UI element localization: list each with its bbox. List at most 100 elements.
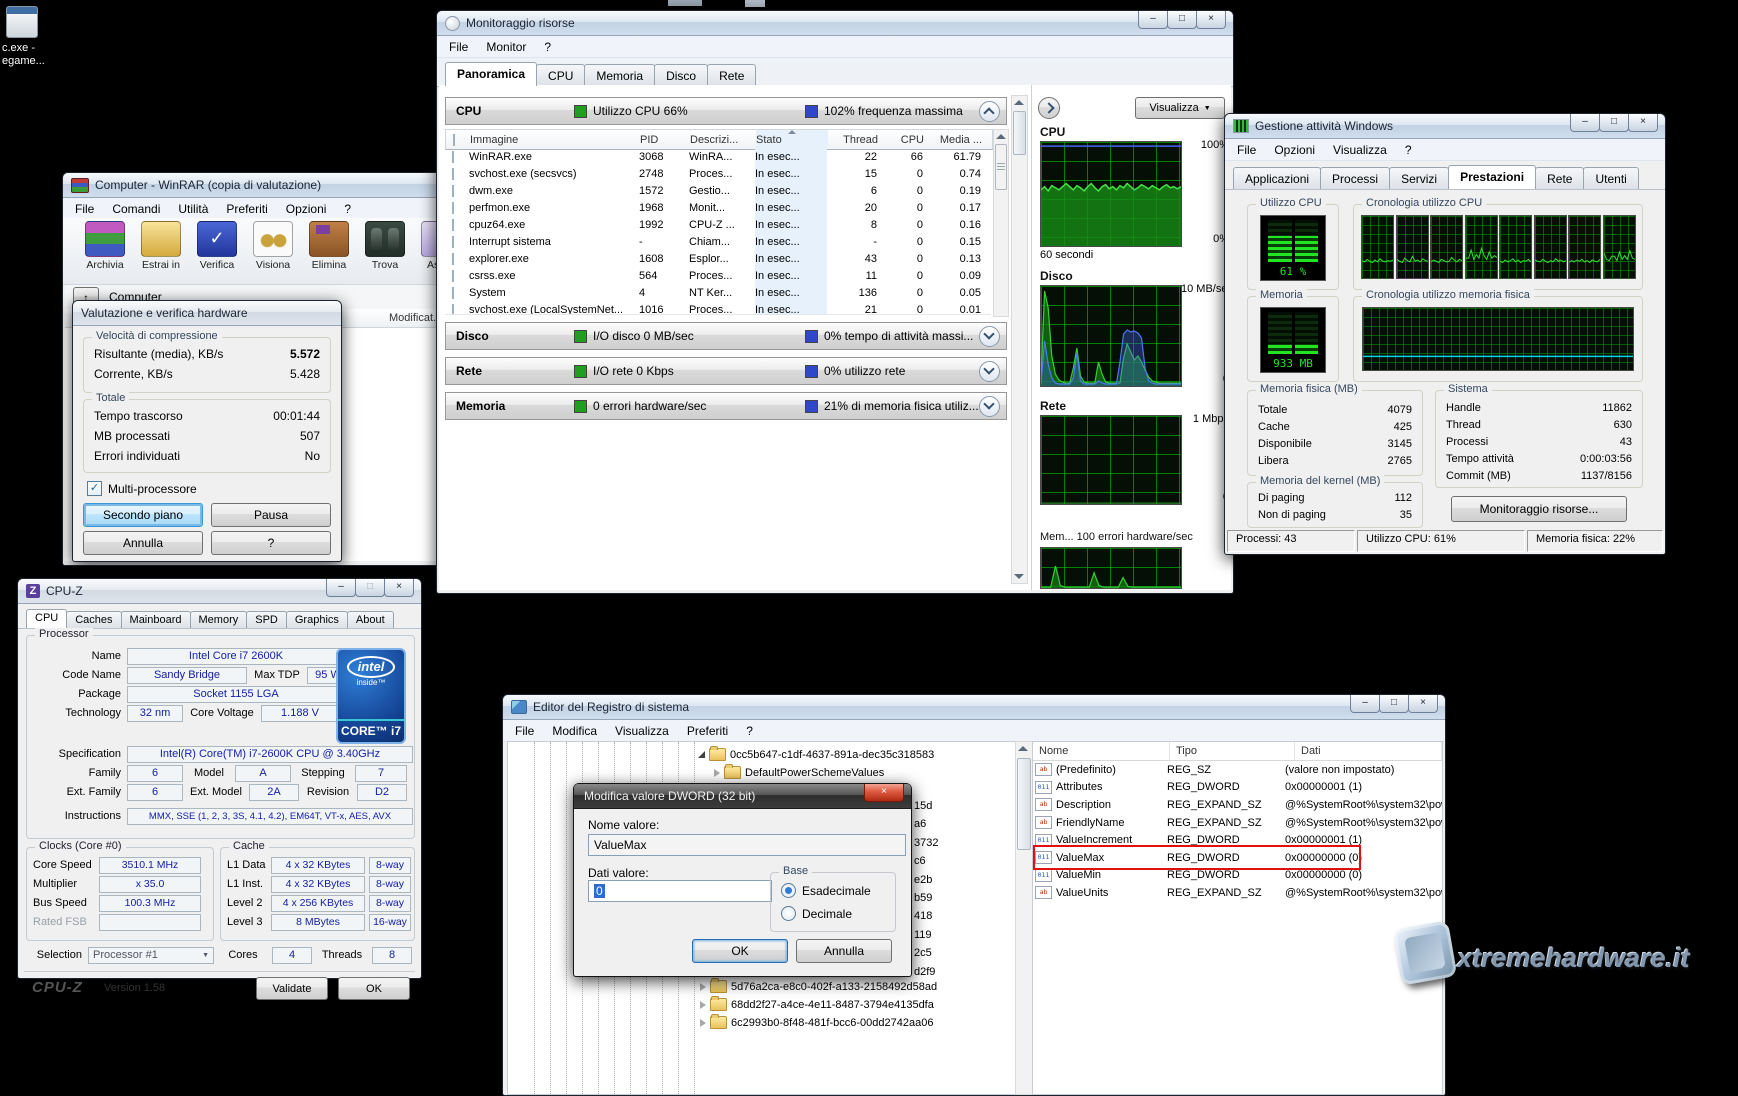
tab-prestazioni[interactable]: Prestazioni bbox=[1448, 165, 1536, 189]
ok-button[interactable]: OK bbox=[338, 977, 410, 1000]
toolbar-elimina-button[interactable]: Elimina bbox=[303, 221, 355, 271]
tree-item[interactable]: 6c2993b0-8f48-481f-bcc6-00dd2742aa06 bbox=[700, 1014, 933, 1031]
tree-item[interactable]: DefaultPowerSchemeValues bbox=[714, 764, 884, 781]
tree-item[interactable]: 5d76a2ca-e8c0-402f-a133-2158492d58ad bbox=[700, 978, 937, 995]
background-button[interactable]: Secondo piano bbox=[83, 503, 203, 527]
process-row[interactable]: cpuz64.exe1992CPU-Z ...In esec...800.16 bbox=[445, 216, 991, 233]
process-row[interactable]: perfmon.exe1968Monit...In esec...2000.17 bbox=[445, 199, 991, 216]
desktop-shortcut-icon[interactable] bbox=[6, 6, 38, 38]
process-row[interactable]: svchost.exe (LocalSystemNet...1016Proces… bbox=[445, 301, 991, 315]
rm-disk-bar[interactable]: Disco I/O disco 0 MB/sec 0% tempo di att… bbox=[445, 322, 1007, 350]
close-icon[interactable]: × bbox=[864, 784, 904, 802]
tab-panoramica[interactable]: Panoramica bbox=[445, 62, 537, 86]
open-resource-monitor-button[interactable]: Monitoraggio risorse... bbox=[1451, 496, 1627, 522]
expand-button[interactable] bbox=[979, 396, 1000, 417]
tab-memoria[interactable]: Memoria bbox=[584, 64, 655, 86]
row-checkbox[interactable] bbox=[452, 202, 454, 214]
process-row[interactable]: Interrupt sistema-Chiam...In esec...-00.… bbox=[445, 233, 991, 250]
close-icon[interactable]: × bbox=[384, 579, 414, 597]
reg-titlebar[interactable]: Editor del Registro di sistema – □ × bbox=[503, 695, 1445, 720]
registry-value-row[interactable]: abValueUnitsREG_EXPAND_SZ@%SystemRoot%\s… bbox=[1033, 884, 1442, 902]
close-icon[interactable]: × bbox=[1408, 695, 1438, 713]
toolbar-archivia-button[interactable]: Archivia bbox=[79, 221, 131, 271]
benchmark-titlebar[interactable]: Valutazione e verifica hardware bbox=[73, 301, 341, 326]
cpuz-window[interactable]: Z CPU-Z – □ × CPUCachesMainboardMemorySP… bbox=[17, 578, 422, 979]
tab-processi[interactable]: Processi bbox=[1320, 167, 1390, 189]
process-row[interactable]: csrss.exe564Proces...In esec...1100.09 bbox=[445, 267, 991, 284]
toolbar-verifica-button[interactable]: ✓Verifica bbox=[191, 221, 243, 271]
menu-item-modifica[interactable]: Modifica bbox=[544, 723, 605, 739]
panel-collapse-button[interactable] bbox=[1038, 97, 1060, 119]
multiprocessor-checkbox[interactable]: ✓ bbox=[87, 481, 102, 496]
registry-values-pane[interactable]: Nome Tipo Dati ab(Predefinito)REG_SZ(val… bbox=[1032, 741, 1443, 1095]
desktop-shortcut-label-2[interactable]: egame... bbox=[2, 55, 45, 67]
dword-edit-dialog[interactable]: Modifica valore DWORD (32 bit) × Nome va… bbox=[573, 783, 912, 977]
validate-button[interactable]: Validate bbox=[256, 977, 328, 1000]
cancel-button[interactable]: Annulla bbox=[796, 939, 892, 963]
value-data-input[interactable]: 0 bbox=[588, 880, 772, 902]
decimal-radio[interactable] bbox=[781, 906, 796, 921]
toolbar-visiona-button[interactable]: Visiona bbox=[247, 221, 299, 271]
menu-item-utilit-[interactable]: Utilità bbox=[170, 201, 216, 217]
menu-item-preferiti[interactable]: Preferiti bbox=[679, 723, 736, 739]
tab-cpu[interactable]: CPU bbox=[26, 609, 67, 628]
minimize-icon[interactable]: – bbox=[1138, 11, 1168, 29]
help-button[interactable]: ? bbox=[211, 531, 331, 555]
menu-item-file[interactable]: File bbox=[441, 39, 476, 55]
table-scrollbar[interactable] bbox=[993, 129, 1009, 317]
view-dropdown-button[interactable]: Visualizza▼ bbox=[1135, 97, 1225, 119]
minimize-icon[interactable]: – bbox=[1570, 114, 1600, 132]
row-checkbox[interactable] bbox=[452, 168, 454, 180]
dword-titlebar[interactable]: Modifica valore DWORD (32 bit) × bbox=[574, 784, 911, 809]
toolbar-trova-button[interactable]: Trova bbox=[359, 221, 411, 271]
tab-about[interactable]: About bbox=[347, 611, 394, 628]
menu-item--[interactable]: ? bbox=[738, 723, 761, 739]
tab-memory[interactable]: Memory bbox=[190, 611, 248, 628]
minimize-icon[interactable]: – bbox=[1350, 695, 1380, 713]
rm-network-bar[interactable]: Rete I/O rete 0 Kbps 0% utilizzo rete bbox=[445, 357, 1007, 385]
pause-button[interactable]: Pausa bbox=[211, 503, 331, 527]
tab-rete[interactable]: Rete bbox=[707, 64, 756, 86]
expand-button[interactable] bbox=[979, 361, 1000, 382]
process-row[interactable]: dwm.exe1572Gestio...In esec...600.19 bbox=[445, 182, 991, 199]
close-icon[interactable]: × bbox=[1628, 114, 1658, 132]
row-checkbox[interactable] bbox=[452, 219, 454, 231]
tm-titlebar[interactable]: Gestione attività Windows – □ × bbox=[1225, 114, 1665, 139]
resource-monitor-window[interactable]: Monitoraggio risorse – □ × FileMonitor? … bbox=[436, 10, 1234, 594]
row-checkbox[interactable] bbox=[452, 253, 454, 265]
maximize-icon[interactable]: □ bbox=[1167, 11, 1197, 29]
column-modified[interactable]: Modificat... bbox=[389, 312, 442, 324]
process-row[interactable]: System4NT Ker...In esec...13600.05 bbox=[445, 284, 991, 301]
rm-memory-bar[interactable]: Memoria 0 errori hardware/sec 21% di mem… bbox=[445, 392, 1007, 420]
tab-cpu[interactable]: CPU bbox=[536, 64, 585, 86]
task-manager-window[interactable]: Gestione attività Windows – □ × FileOpzi… bbox=[1224, 113, 1666, 555]
menu-item-file[interactable]: File bbox=[507, 723, 542, 739]
menu-item-preferiti[interactable]: Preferiti bbox=[218, 201, 275, 217]
menu-item--[interactable]: ? bbox=[536, 39, 559, 55]
collapse-button[interactable] bbox=[979, 101, 1000, 122]
tab-servizi[interactable]: Servizi bbox=[1389, 167, 1449, 189]
minimize-icon[interactable]: – bbox=[326, 579, 356, 597]
tab-caches[interactable]: Caches bbox=[66, 611, 121, 628]
tree-scrollbar[interactable] bbox=[1015, 741, 1033, 1095]
row-checkbox[interactable] bbox=[452, 236, 454, 248]
registry-value-row[interactable]: abFriendlyNameREG_EXPAND_SZ@%SystemRoot%… bbox=[1033, 814, 1442, 832]
cancel-button[interactable]: Annulla bbox=[83, 531, 203, 555]
menu-item-opzioni[interactable]: Opzioni bbox=[278, 201, 335, 217]
winrar-benchmark-dialog[interactable]: Valutazione e verifica hardware Velocità… bbox=[72, 300, 342, 562]
tree-item[interactable]: 0cc5b647-c1df-4637-891a-dec35c318583 bbox=[698, 746, 934, 763]
collapsed-arrow-icon[interactable] bbox=[714, 769, 720, 777]
expand-button[interactable] bbox=[979, 326, 1000, 347]
row-checkbox[interactable] bbox=[452, 270, 454, 282]
tab-spd[interactable]: SPD bbox=[246, 611, 287, 628]
row-checkbox[interactable] bbox=[452, 287, 454, 299]
tab-mainboard[interactable]: Mainboard bbox=[121, 611, 191, 628]
registry-value-row[interactable]: ab(Predefinito)REG_SZ(valore non imposta… bbox=[1033, 761, 1442, 779]
menu-item-file[interactable]: File bbox=[67, 201, 102, 217]
collapsed-arrow-icon[interactable] bbox=[700, 1001, 706, 1009]
tab-utenti[interactable]: Utenti bbox=[1583, 167, 1638, 189]
menu-item-file[interactable]: File bbox=[1229, 142, 1264, 158]
rm-titlebar[interactable]: Monitoraggio risorse – □ × bbox=[437, 11, 1233, 36]
menu-item-visualizza[interactable]: Visualizza bbox=[607, 723, 677, 739]
main-scrollbar[interactable] bbox=[1011, 95, 1028, 584]
